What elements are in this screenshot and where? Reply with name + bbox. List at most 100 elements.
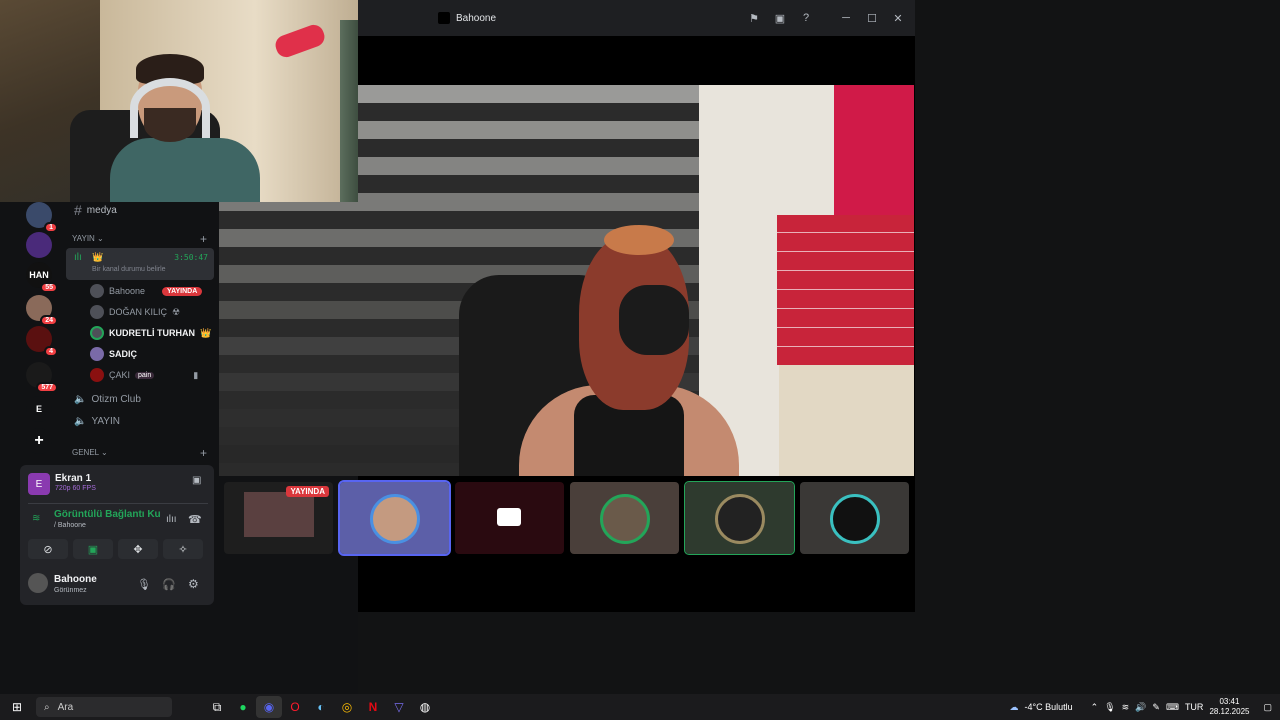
- pen-icon[interactable]: ✎: [1152, 702, 1160, 713]
- notification-icon[interactable]: ▢: [1263, 702, 1272, 713]
- windows-start-icon[interactable]: ⊞: [4, 696, 30, 718]
- maximize-button[interactable]: ☐: [865, 11, 879, 25]
- camera-toggle-button[interactable]: ⊘: [28, 539, 68, 559]
- screen-share-icon[interactable]: ▣: [773, 11, 787, 25]
- opera-icon[interactable]: O: [282, 696, 308, 718]
- participant-tile[interactable]: [338, 480, 451, 556]
- spotify-icon[interactable]: ●: [230, 696, 256, 718]
- task-view-icon[interactable]: ⧉: [204, 696, 230, 718]
- server-icon[interactable]: 24: [26, 295, 58, 326]
- user-status: Görünmez: [54, 587, 87, 594]
- headphones-icon[interactable]: 🎧: [162, 578, 176, 591]
- wifi-icon[interactable]: ≋: [1122, 702, 1130, 713]
- notification-badge: 1: [44, 222, 58, 233]
- screen-share-button[interactable]: ▣: [73, 539, 113, 559]
- server-icon[interactable]: 1: [26, 202, 58, 233]
- steam-icon[interactable]: ◐: [308, 696, 334, 718]
- voice-channel-otizm-club[interactable]: 🔈 Otizm Club: [74, 394, 233, 405]
- language-indicator[interactable]: TUR: [1185, 702, 1204, 712]
- participant-tile[interactable]: [455, 482, 564, 554]
- text-channel-medya[interactable]: # medya: [74, 202, 233, 218]
- server-list: 1 HAN 55 24 4 577 E +: [18, 200, 58, 460]
- minimize-button[interactable]: ─: [839, 11, 853, 25]
- category-yayin[interactable]: YAYIN ⌄: [72, 234, 104, 243]
- noise-suppression-icon[interactable]: ılıı: [166, 514, 177, 525]
- channel-list: # medya YAYIN ⌄ + ılı 👑 3:50:47 Bir kanal…: [60, 200, 219, 465]
- server-icon[interactable]: 577: [26, 362, 58, 393]
- avatar: [600, 494, 650, 544]
- voice-icon: ılı: [74, 252, 82, 263]
- connection-channel[interactable]: / Bahoone: [54, 522, 86, 529]
- avatar: [90, 305, 104, 319]
- participant-tile[interactable]: [570, 482, 679, 554]
- active-voice-channel[interactable]: ılı 👑 3:50:47 Bir kanal durumu belirle: [66, 248, 214, 280]
- gear-icon[interactable]: ⚙: [188, 577, 199, 591]
- disconnect-icon[interactable]: ☎: [188, 513, 202, 526]
- crown-icon: 👑: [92, 252, 104, 262]
- vpn-icon[interactable]: ▽: [386, 696, 412, 718]
- stream-thumbnail[interactable]: YAYINDA: [224, 482, 333, 554]
- weather-text[interactable]: -4°C Bulutlu: [1025, 702, 1073, 712]
- keyboard-icon[interactable]: ⌨: [1166, 702, 1179, 713]
- participant-tile[interactable]: [684, 481, 795, 555]
- window-titlebar[interactable]: Bahoone ⚑ ▣ ? ─ ☐ ✕: [358, 0, 915, 36]
- voice-member[interactable]: ÇAKI pain ▮: [90, 368, 198, 382]
- participant-tile[interactable]: [800, 482, 909, 554]
- taskbar: ⊞ ⌕ Ara ⧉ ● ◉ O ◐ ◎ N ▽ ◍ ☁ -4°C Bulutlu…: [0, 694, 1280, 720]
- voice-member[interactable]: Bahoone YAYINDA: [90, 284, 203, 298]
- clock[interactable]: 03:41 28.12.2025: [1209, 697, 1249, 717]
- stream-quality: 720p 60 FPS: [55, 485, 96, 492]
- close-button[interactable]: ✕: [891, 11, 905, 25]
- help-icon[interactable]: ?: [799, 11, 813, 25]
- voice-channel-yayin[interactable]: 🔈 YAYIN: [74, 416, 233, 427]
- chrome-icon[interactable]: ◎: [334, 696, 360, 718]
- camera-icon: ▮: [193, 369, 199, 380]
- avatar: [90, 326, 104, 340]
- live-badge: YAYINDA: [286, 486, 329, 497]
- video-camera-icon: [497, 508, 521, 526]
- voice-member[interactable]: SADIÇ: [90, 347, 137, 361]
- connection-status[interactable]: Görüntülü Bağlantı Ku: [54, 509, 161, 520]
- notification-badge: 24: [40, 315, 58, 326]
- notification-badge: 577: [36, 382, 58, 393]
- speaker-icon: 🔈: [74, 394, 87, 405]
- discord-icon[interactable]: ◉: [256, 696, 282, 718]
- search-icon: ⌕: [44, 701, 50, 713]
- volume-icon[interactable]: 🔊: [1135, 702, 1146, 713]
- user-avatar[interactable]: [28, 573, 48, 593]
- taskbar-search[interactable]: ⌕ Ara: [36, 697, 172, 717]
- avatar: [370, 494, 420, 544]
- speaker-icon: 🔈: [74, 416, 87, 427]
- user-name[interactable]: Bahoone: [54, 574, 97, 585]
- add-channel-icon[interactable]: +: [200, 232, 207, 246]
- microphone-tray-icon[interactable]: 🎙: [1104, 702, 1115, 713]
- signal-icon: ≋: [32, 513, 41, 524]
- webcam-overlay: [0, 0, 358, 202]
- avatar: [90, 368, 104, 382]
- notification-badge: 55: [40, 282, 58, 293]
- obs-icon[interactable]: ◍: [412, 696, 438, 718]
- chevron-up-icon[interactable]: ⌃: [1091, 702, 1099, 713]
- cloud-icon: ☁: [1009, 701, 1019, 712]
- category-genel[interactable]: GENEL ⌄: [72, 448, 108, 457]
- voice-member[interactable]: KUDRETLİ TURHAN 👑: [90, 326, 211, 340]
- server-icon[interactable]: E: [26, 396, 52, 422]
- notification-badge: 4: [44, 346, 58, 357]
- screen-title: Ekran 1: [55, 473, 92, 484]
- add-server-icon[interactable]: +: [26, 428, 52, 454]
- channel-status: Bir kanal durumu belirle: [92, 266, 166, 273]
- stop-stream-icon[interactable]: ▣: [192, 475, 201, 486]
- activities-button[interactable]: ✥: [118, 539, 158, 559]
- flag-icon[interactable]: ⚑: [747, 11, 761, 25]
- add-channel-icon[interactable]: +: [200, 446, 207, 460]
- soundboard-button[interactable]: ✧: [163, 539, 203, 559]
- microphone-icon[interactable]: 🎙: [137, 578, 151, 591]
- netflix-icon[interactable]: N: [360, 696, 386, 718]
- server-icon[interactable]: [26, 232, 52, 258]
- avatar: [90, 347, 104, 361]
- server-icon[interactable]: HAN 55: [26, 262, 58, 293]
- avatar: [830, 494, 880, 544]
- voice-member[interactable]: DOĞAN KILIÇ ☢: [90, 305, 180, 319]
- voice-panel: E Ekran 1 720p 60 FPS ▣ ≋ Görüntülü Bağl…: [20, 465, 214, 605]
- server-icon[interactable]: 4: [26, 326, 58, 357]
